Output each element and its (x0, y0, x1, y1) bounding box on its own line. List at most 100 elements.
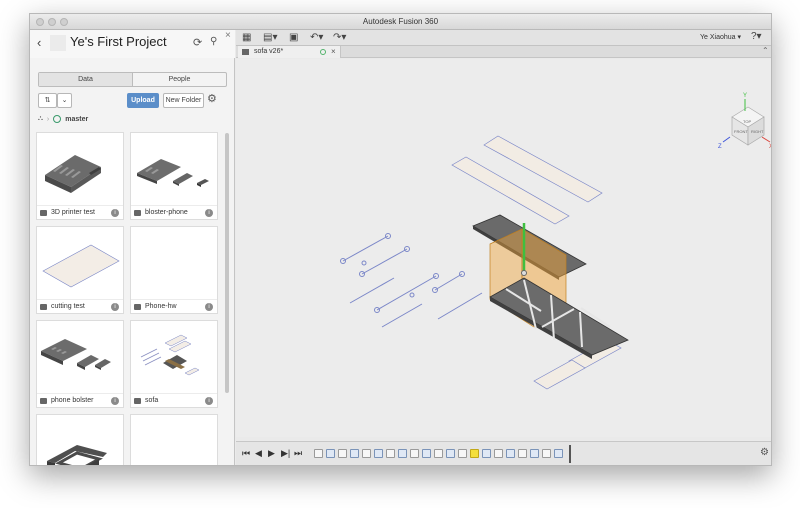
undo-icon[interactable]: ↶▾ (310, 32, 323, 43)
user-menu[interactable]: Ye Xiaohua ▾ (700, 33, 741, 41)
timeline-feature[interactable] (458, 449, 467, 458)
go-to-start-icon[interactable]: ⏮ (242, 448, 250, 459)
zoom-window-button[interactable] (60, 18, 68, 26)
timeline-feature[interactable] (410, 449, 419, 458)
step-forward-icon[interactable]: ▶| (281, 448, 290, 459)
design-thumbnail (131, 321, 217, 393)
timeline-settings-icon[interactable]: ⚙ (760, 447, 769, 458)
new-folder-button[interactable]: New Folder (163, 93, 204, 108)
timeline-feature[interactable] (314, 449, 323, 458)
info-icon[interactable]: i (111, 209, 119, 217)
timeline-feature[interactable] (362, 449, 371, 458)
chevron-up-icon[interactable]: ⌃ (762, 46, 769, 55)
timeline-feature[interactable] (422, 449, 431, 458)
design-card[interactable]: phone bolster i (36, 320, 124, 408)
sort-button[interactable]: ⇅ (38, 93, 57, 108)
app-window: Autodesk Fusion 360 ‹ Ye's First Project… (29, 13, 772, 466)
timeline-feature[interactable] (482, 449, 491, 458)
file-menu-icon[interactable]: ▤▾ (263, 32, 277, 43)
info-icon[interactable]: i (111, 303, 119, 311)
panel-header: ‹ Ye's First Project ⟳ ⚲ × (30, 30, 235, 58)
design-name: sofa i (131, 393, 217, 407)
data-panel: ‹ Ye's First Project ⟳ ⚲ × Data People ⇅… (30, 30, 235, 465)
chevron-right-icon: › (46, 115, 50, 123)
design-card[interactable]: sofa i (130, 320, 218, 408)
document-tab-bar: sofa v26* × ⌃ (236, 46, 771, 58)
application-toolbar: ▦ ▤▾ ▣ ↶▾ ↷▾ Ye Xiaohua ▾ ?▾ (236, 30, 771, 46)
sync-status-icon (320, 49, 326, 55)
timeline-feature[interactable] (494, 449, 503, 458)
branch-name[interactable]: master (65, 116, 88, 123)
viewcube[interactable]: TOP FRONT RIGHT Y X Z (718, 93, 772, 150)
back-icon[interactable]: ‹ (37, 35, 41, 50)
document-tab[interactable]: sofa v26* × (238, 46, 341, 58)
timeline-feature[interactable] (506, 449, 515, 458)
timeline-feature[interactable] (542, 449, 551, 458)
upload-button[interactable]: Upload (127, 93, 159, 108)
play-icon[interactable]: ▶ (268, 448, 275, 459)
minimize-window-button[interactable] (48, 18, 56, 26)
axis-z-label: Z (718, 144, 722, 150)
window-title: Autodesk Fusion 360 (362, 17, 439, 26)
timeline-feature-selected[interactable] (470, 449, 479, 458)
tab-data[interactable]: Data (39, 73, 133, 86)
design-icon (134, 398, 141, 404)
breadcrumb: ⛬ › master (38, 114, 88, 124)
hub-icon[interactable]: ⛬ (38, 115, 43, 123)
timeline-feature[interactable] (518, 449, 527, 458)
close-window-button[interactable] (36, 18, 44, 26)
tab-people[interactable]: People (133, 73, 226, 86)
grid-menu-icon[interactable]: ▦ (242, 32, 251, 43)
design-card[interactable]: cutting test i (36, 226, 124, 314)
design-icon (242, 49, 249, 55)
timeline-feature[interactable] (530, 449, 539, 458)
gear-icon[interactable]: ⚙ (207, 92, 217, 105)
info-icon[interactable]: i (205, 209, 213, 217)
design-grid: 3D printer test i bloster-phone i cuttin… (36, 132, 222, 465)
timeline-feature[interactable] (434, 449, 443, 458)
panel-tabs: Data People (38, 72, 227, 87)
svg-text:RIGHT: RIGHT (751, 129, 764, 134)
branch-icon (53, 115, 62, 123)
sort-dropdown-button[interactable]: ⌄ (57, 93, 72, 108)
search-icon[interactable]: ⚲ (210, 36, 217, 47)
timeline-feature[interactable] (374, 449, 383, 458)
timeline-feature[interactable] (446, 449, 455, 458)
info-icon[interactable]: i (205, 303, 213, 311)
timeline-feature[interactable] (398, 449, 407, 458)
design-thumbnail (131, 227, 217, 299)
design-name: phone bolster i (37, 393, 123, 407)
redo-icon[interactable]: ↷▾ (333, 32, 346, 43)
info-icon[interactable]: i (111, 397, 119, 405)
design-card[interactable]: 3D printer test i (36, 132, 124, 220)
axis-y-label: Y (743, 93, 747, 99)
sketch-rods (340, 233, 483, 328)
design-card[interactable] (130, 414, 218, 465)
save-icon[interactable]: ▣ (289, 32, 298, 43)
timeline-marker[interactable] (569, 445, 571, 463)
design-card[interactable] (36, 414, 124, 465)
model-canvas[interactable]: TOP FRONT RIGHT Y X Z (236, 59, 772, 437)
panel-toolbar: ⇅ ⌄ Upload New Folder ⚙ (30, 91, 235, 109)
step-back-icon[interactable]: ◀ (255, 448, 262, 459)
timeline-bar: ⏮ ◀ ▶ ▶| ⏭ ⚙ (236, 441, 771, 465)
timeline-feature[interactable] (326, 449, 335, 458)
close-tab-icon[interactable]: × (331, 46, 336, 58)
panel-scrollbar[interactable] (225, 133, 229, 393)
document-tab-label: sofa v26* (254, 48, 284, 55)
canvas-viewport[interactable]: TOP FRONT RIGHT Y X Z (236, 59, 772, 437)
help-icon[interactable]: ?▾ (751, 31, 762, 42)
timeline-feature[interactable] (338, 449, 347, 458)
design-icon (40, 398, 47, 404)
timeline-feature[interactable] (386, 449, 395, 458)
info-icon[interactable]: i (205, 397, 213, 405)
design-thumbnail (37, 321, 123, 393)
design-card[interactable]: bloster-phone i (130, 132, 218, 220)
go-to-end-icon[interactable]: ⏭ (294, 448, 302, 459)
design-card[interactable]: Phone-hw i (130, 226, 218, 314)
timeline-feature[interactable] (350, 449, 359, 458)
refresh-icon[interactable]: ⟳ (193, 36, 202, 49)
design-name: cutting test i (37, 299, 123, 313)
close-panel-icon[interactable]: × (225, 30, 231, 41)
timeline-feature[interactable] (554, 449, 563, 458)
